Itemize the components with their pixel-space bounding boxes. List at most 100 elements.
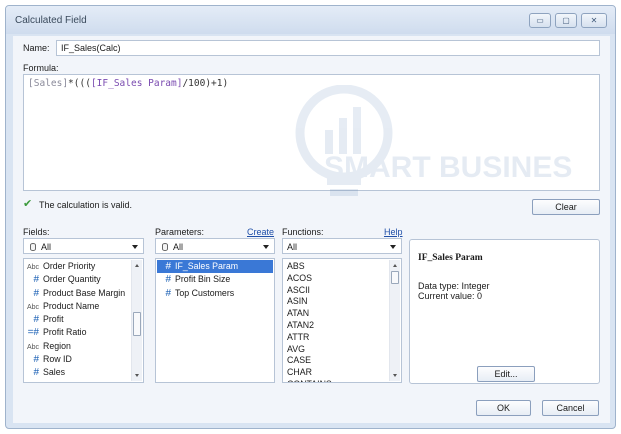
fields-label: Fields: [23, 227, 50, 237]
chevron-down-icon [132, 245, 138, 249]
list-item[interactable]: Abc Region [24, 340, 143, 353]
string-type-icon: Abc [26, 343, 39, 351]
window-title: Calculated Field [15, 15, 87, 26]
list-item[interactable]: # Row ID [24, 353, 143, 366]
scroll-down-icon[interactable] [393, 374, 397, 377]
formula-param-token: [IF_Sales Param] [90, 78, 183, 89]
list-item[interactable]: ASIN [283, 296, 401, 308]
info-data-type: Data type: Integer [418, 281, 490, 291]
list-item[interactable]: AVG [283, 344, 401, 356]
formula-operator-token-2: /100)+1) [182, 78, 229, 89]
clear-button[interactable]: Clear [532, 199, 600, 215]
list-item[interactable]: # Sales [24, 366, 143, 379]
cancel-button[interactable]: Cancel [542, 400, 599, 416]
field-name: Order Priority [43, 261, 96, 271]
list-item[interactable]: CONTAINS [283, 379, 401, 382]
list-item[interactable]: ATAN2 [283, 320, 401, 332]
number-type-icon: # [33, 367, 39, 379]
scroll-up-icon[interactable] [135, 264, 139, 267]
field-name: Product Name [43, 300, 100, 311]
name-input[interactable]: IF_Sales(Calc) [56, 40, 600, 56]
parameters-label: Parameters: [155, 227, 205, 237]
parameter-info-panel: IF_Sales Param Data type: Integer Curren… [409, 239, 600, 384]
number-type-icon: # [165, 287, 171, 299]
functions-filter-value: All [287, 242, 298, 252]
list-item[interactable]: # Order Quantity [24, 273, 143, 286]
number-type-icon: # [33, 287, 39, 299]
string-type-icon: Abc [26, 264, 39, 271]
list-item[interactable]: =# Profit Ratio [24, 326, 143, 339]
validation-message: The calculation is valid. [39, 200, 133, 210]
help-link[interactable]: Help [384, 227, 403, 237]
parameter-name: Profit Bin Size [175, 274, 231, 285]
functions-filter-dropdown[interactable]: All [282, 238, 402, 254]
minimize-icon: ▭ [536, 16, 544, 25]
formula-editor[interactable]: SMART BUSINESS [Sales]*((([IF_Sales Para… [23, 74, 600, 196]
list-item[interactable]: # Top Customers [157, 287, 273, 300]
list-item[interactable]: CASE [283, 355, 401, 367]
minimize-button[interactable]: ▭ [529, 13, 551, 28]
list-item[interactable]: # IF_Sales Param [157, 260, 273, 274]
maximize-button[interactable]: ▢ [555, 13, 577, 28]
functions-label: Functions: [282, 227, 324, 237]
ok-button[interactable]: OK [476, 400, 531, 416]
watermark-text: SMART BUSINESS [324, 151, 572, 184]
datasource-icon [162, 243, 168, 251]
datasource-icon [30, 243, 36, 251]
scroll-thumb[interactable] [391, 271, 399, 284]
number-type-icon: =# [27, 327, 39, 339]
field-name: Sales [43, 367, 66, 378]
close-icon: ✕ [590, 16, 598, 25]
fields-filter-value: All [41, 242, 52, 252]
dialog-body: Name: IF_Sales(Calc) Formula: SMART BUSI… [13, 36, 610, 423]
parameters-filter-value: All [173, 242, 184, 252]
field-name: Row ID [43, 354, 72, 365]
scroll-up-icon[interactable] [393, 264, 397, 267]
field-name: Region [43, 340, 71, 351]
title-bar[interactable]: Calculated Field ▭ ▢ ✕ [6, 6, 615, 34]
parameter-name: IF_Sales Param [175, 261, 239, 271]
list-item[interactable]: ASCII [283, 285, 401, 297]
check-icon: ✔ [23, 198, 33, 210]
info-current-value: Current value: 0 [418, 291, 483, 301]
number-type-icon: # [165, 274, 171, 286]
parameter-name: Top Customers [175, 287, 235, 298]
list-item[interactable]: ATTR [283, 332, 401, 344]
name-label: Name: [23, 43, 50, 53]
chevron-down-icon [263, 245, 269, 249]
list-item[interactable]: ABS [283, 261, 401, 273]
parameters-filter-dropdown[interactable]: All [155, 238, 275, 254]
number-type-icon: # [33, 314, 39, 326]
functions-list[interactable]: ABS ACOS ASCII ASIN ATAN ATAN2 ATTR AVG CASE CHAR… [282, 258, 402, 383]
list-item[interactable]: ATAN [283, 308, 401, 320]
maximize-icon: ▢ [562, 16, 570, 25]
list-item[interactable]: Abc Product Name [24, 300, 143, 313]
fields-list[interactable]: Abc Order Priority # Order Quantity # Product… [23, 258, 144, 383]
list-item[interactable]: # Profit [24, 313, 143, 326]
formula-operator-token: *((( [68, 78, 91, 89]
edit-parameter-button[interactable]: Edit... [477, 366, 535, 382]
list-item[interactable]: Abc Order Priority [24, 260, 143, 273]
calculated-field-dialog: Calculated Field ▭ ▢ ✕ Name: IF_Sales(Ca… [5, 5, 616, 429]
list-item[interactable]: CHAR [283, 367, 401, 379]
number-type-icon: # [33, 274, 39, 286]
field-name: Product Base Margin [43, 287, 126, 298]
formula-label: Formula: [23, 63, 59, 73]
field-name: Profit Ratio [43, 327, 87, 338]
list-item[interactable]: # Profit Bin Size [157, 273, 273, 286]
number-type-icon: # [165, 261, 171, 272]
list-item[interactable]: # Product Base Margin [24, 287, 143, 300]
scroll-thumb[interactable] [133, 312, 141, 336]
scroll-down-icon[interactable] [135, 374, 139, 377]
create-parameter-link[interactable]: Create [247, 227, 274, 237]
parameters-list[interactable]: # IF_Sales Param # Profit Bin Size # Top Cust… [155, 258, 275, 383]
fields-scrollbar[interactable] [131, 260, 142, 381]
close-button[interactable]: ✕ [581, 13, 607, 28]
functions-scrollbar[interactable] [389, 260, 400, 381]
list-item[interactable]: ACOS [283, 273, 401, 285]
fields-filter-dropdown[interactable]: All [23, 238, 144, 254]
watermark-logo: SMART BUSINESS [295, 85, 572, 196]
string-type-icon: Abc [26, 303, 39, 311]
chevron-down-icon [390, 245, 396, 249]
number-type-icon: # [33, 354, 39, 366]
